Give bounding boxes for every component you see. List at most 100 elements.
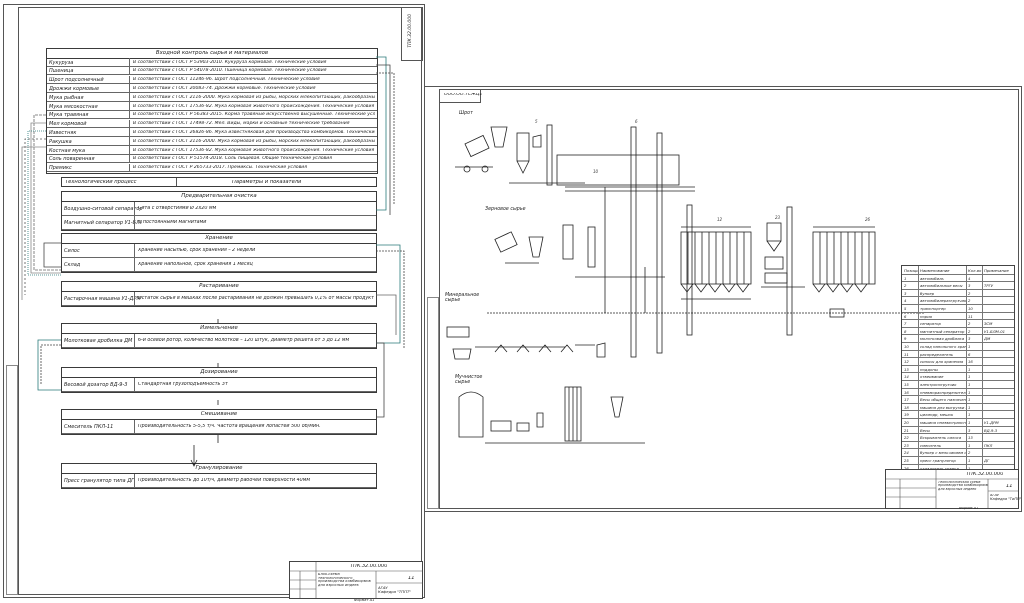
flour-unloading-group bbox=[458, 386, 645, 444]
stage-box: Предварительная очистка Воздушно-ситовой … bbox=[61, 191, 377, 231]
spec-cell: ПКЛ bbox=[984, 442, 993, 448]
process-header-sep bbox=[176, 178, 177, 186]
stage-box: Хранение Силос Хранение насыпью, срок хран… bbox=[61, 233, 377, 273]
spec-cell: У1-БЛМ-01 bbox=[984, 328, 1006, 334]
stage-row: Склад Хранение напольное, срок хранения 1… bbox=[62, 258, 376, 272]
mixer-tower bbox=[761, 222, 805, 288]
equipment-spec-table: ПозицияНаименование Кол-воПримечание 1 авто… bbox=[901, 265, 1015, 480]
row-separator bbox=[134, 420, 135, 433]
spec-cell: пневмораспределитель bbox=[920, 389, 966, 395]
spec-cell: 2 bbox=[968, 321, 971, 327]
stage-title: Растаривание bbox=[62, 282, 376, 292]
stage-row: Пресс гранулятор типа ДГ Производительнос… bbox=[62, 474, 376, 488]
material-standard: В соответствии с ГОСТ 11246-96. Шрот под… bbox=[133, 77, 320, 83]
row-separator bbox=[129, 75, 130, 84]
input-control-rows: Кукуруза В соответствии с ГОСТ Р 53903-20… bbox=[47, 58, 377, 173]
spec-cell: ДГ bbox=[984, 458, 990, 463]
spec-cell: 10 bbox=[904, 344, 909, 349]
spec-cell: 14 bbox=[904, 374, 909, 380]
spec-cell: 11 bbox=[904, 351, 909, 357]
silos-group-1 bbox=[680, 226, 752, 300]
equipment-param: Сита с отверстиями Ø 2х20 мм bbox=[138, 206, 217, 211]
spec-cell: цилиндр, мешок bbox=[920, 412, 954, 418]
spec-cell: 1 bbox=[968, 382, 971, 387]
spec-cell: смеситель bbox=[920, 442, 942, 448]
left-title-block: ТПК.32.00.000 Блок-схема технологическог… bbox=[289, 561, 423, 599]
equipment-name: Молотковая дробилка ДМ bbox=[64, 338, 133, 344]
spec-cell: 6 bbox=[904, 313, 907, 319]
row-separator bbox=[129, 146, 130, 154]
spec-cell: ВД-9-3 bbox=[984, 427, 998, 433]
equipment-name: Силос bbox=[64, 248, 80, 254]
spec-cell: 9 bbox=[904, 336, 907, 342]
spec-cell: электропогрузчик bbox=[920, 382, 957, 387]
equipment-name: Воздушно-ситовой сепаратор ЗСМ bbox=[64, 206, 142, 212]
spec-cell: 19 bbox=[904, 412, 909, 418]
equipment-param: Остаток сырья в мешках после растаривани… bbox=[138, 296, 374, 301]
spec-cell: 3 bbox=[904, 290, 907, 296]
input-control-row: Пшеница В соответствии с ГОСТ Р 54078-201… bbox=[47, 66, 377, 76]
spec-cell: 3 bbox=[968, 427, 971, 433]
input-control-row: Шрот подсолнечный В соответствии с ГОСТ 1… bbox=[47, 75, 377, 85]
row-separator bbox=[129, 163, 130, 172]
spec-cell: автомобильные весы bbox=[920, 283, 963, 289]
left-sheet: ТПК.32.00.000 Входной контроль сырья и м… bbox=[3, 4, 425, 602]
spec-cell: бункер с мельчанием сбоку bbox=[920, 450, 966, 456]
material-name: Костная мука bbox=[49, 147, 86, 154]
input-control-row: Дрожжи кормовые В соответствии с ГОСТ 200… bbox=[47, 84, 377, 94]
process-header: Технологический процесс Параметры и пока… bbox=[61, 177, 377, 187]
spec-cell: 21 bbox=[904, 427, 909, 433]
material-standard: В соответствии с ГОСТ 2116-2000. Мука ко… bbox=[133, 138, 375, 144]
spec-cell: 2 bbox=[904, 283, 907, 289]
mineral-unloading-group bbox=[446, 326, 606, 360]
equipment-param: Хранение напольное, срок хранения 1 меся… bbox=[138, 262, 253, 267]
equipment-name: Склад bbox=[64, 262, 81, 268]
left-binding-strip bbox=[6, 365, 18, 595]
spec-column-separator bbox=[918, 266, 919, 478]
spec-cell: Позиция bbox=[904, 268, 918, 273]
material-standard: В соответствии с ГОСТ 17536-82. Мука кор… bbox=[133, 147, 375, 153]
left-top-code-box: ТПК.32.00.000 bbox=[401, 7, 423, 61]
row-separator bbox=[129, 128, 130, 137]
spec-cell: 11 bbox=[968, 313, 973, 319]
row-separator bbox=[134, 378, 135, 391]
stage-row: Растарочная машина У1-ДРМ Остаток сырья в… bbox=[62, 292, 376, 306]
stage-box: Растаривание Растарочная машина У1-ДРМ Ост… bbox=[61, 281, 377, 307]
spec-cell: 2 bbox=[968, 290, 971, 296]
spec-cell: 1 bbox=[968, 458, 971, 463]
spec-cell: Вскрыватель силоса bbox=[920, 435, 962, 441]
right-format-label: Формат А1 bbox=[959, 507, 979, 510]
input-control-row: Мел кормовой В соответствии с ГОСТ 17498-… bbox=[47, 119, 377, 129]
stage-row: Молотковая дробилка ДМ 6-и осевой ротор, … bbox=[62, 334, 376, 348]
material-name: Кукуруза bbox=[49, 59, 74, 66]
left-stamp-grid bbox=[290, 562, 422, 598]
row-separator bbox=[129, 93, 130, 101]
stage-box: Дозирование Весовой дозатор ВД-9-3 Стандар… bbox=[61, 367, 377, 393]
spec-cell: 1 bbox=[968, 374, 971, 380]
equipment-name: Пресс гранулятор типа ДГ bbox=[64, 478, 134, 484]
pos-num-12: 12 bbox=[717, 217, 723, 222]
spec-cell: 1 bbox=[968, 420, 971, 425]
spec-cell: 13 bbox=[968, 435, 973, 441]
material-standard: В соответствии с ГОСТ 17536-82. Мука кор… bbox=[133, 103, 375, 109]
spec-cell: 7 bbox=[904, 321, 907, 327]
grain-unloading-group bbox=[494, 224, 665, 278]
spec-cell: 1 bbox=[968, 389, 971, 395]
pos-num-6: 6 bbox=[635, 119, 638, 124]
equipment-name: Магнитный сепаратор У1-БЛМ-01 bbox=[64, 220, 142, 226]
right-sheet: ООО.ОО.ТСЖЦ1 Шрот Зерновое сырье Минерал… bbox=[424, 86, 1022, 512]
spec-cell: 24 bbox=[904, 450, 909, 456]
stage-box: Измельчение Молотковая дробилка ДМ 6-и осе… bbox=[61, 323, 377, 349]
material-standard: В соответствии с ГОСТ 17498-72. Мел. Вид… bbox=[133, 121, 350, 127]
spec-cell: 23 bbox=[904, 442, 909, 448]
stage-title: Гранулирование bbox=[62, 464, 376, 474]
row-separator bbox=[129, 154, 130, 163]
equipment-name: Смеситель ПКЛ-11 bbox=[64, 424, 114, 430]
spec-column-separator bbox=[982, 266, 983, 478]
stage-row: Магнитный сепаратор У1-БЛМ-01С постоянны… bbox=[62, 216, 376, 230]
material-name: Ракушка bbox=[49, 138, 72, 145]
spec-cell: 22 bbox=[904, 435, 909, 441]
row-separator bbox=[134, 292, 135, 305]
spec-cell: 1 bbox=[968, 397, 971, 403]
spec-cell: 2 bbox=[968, 328, 971, 334]
